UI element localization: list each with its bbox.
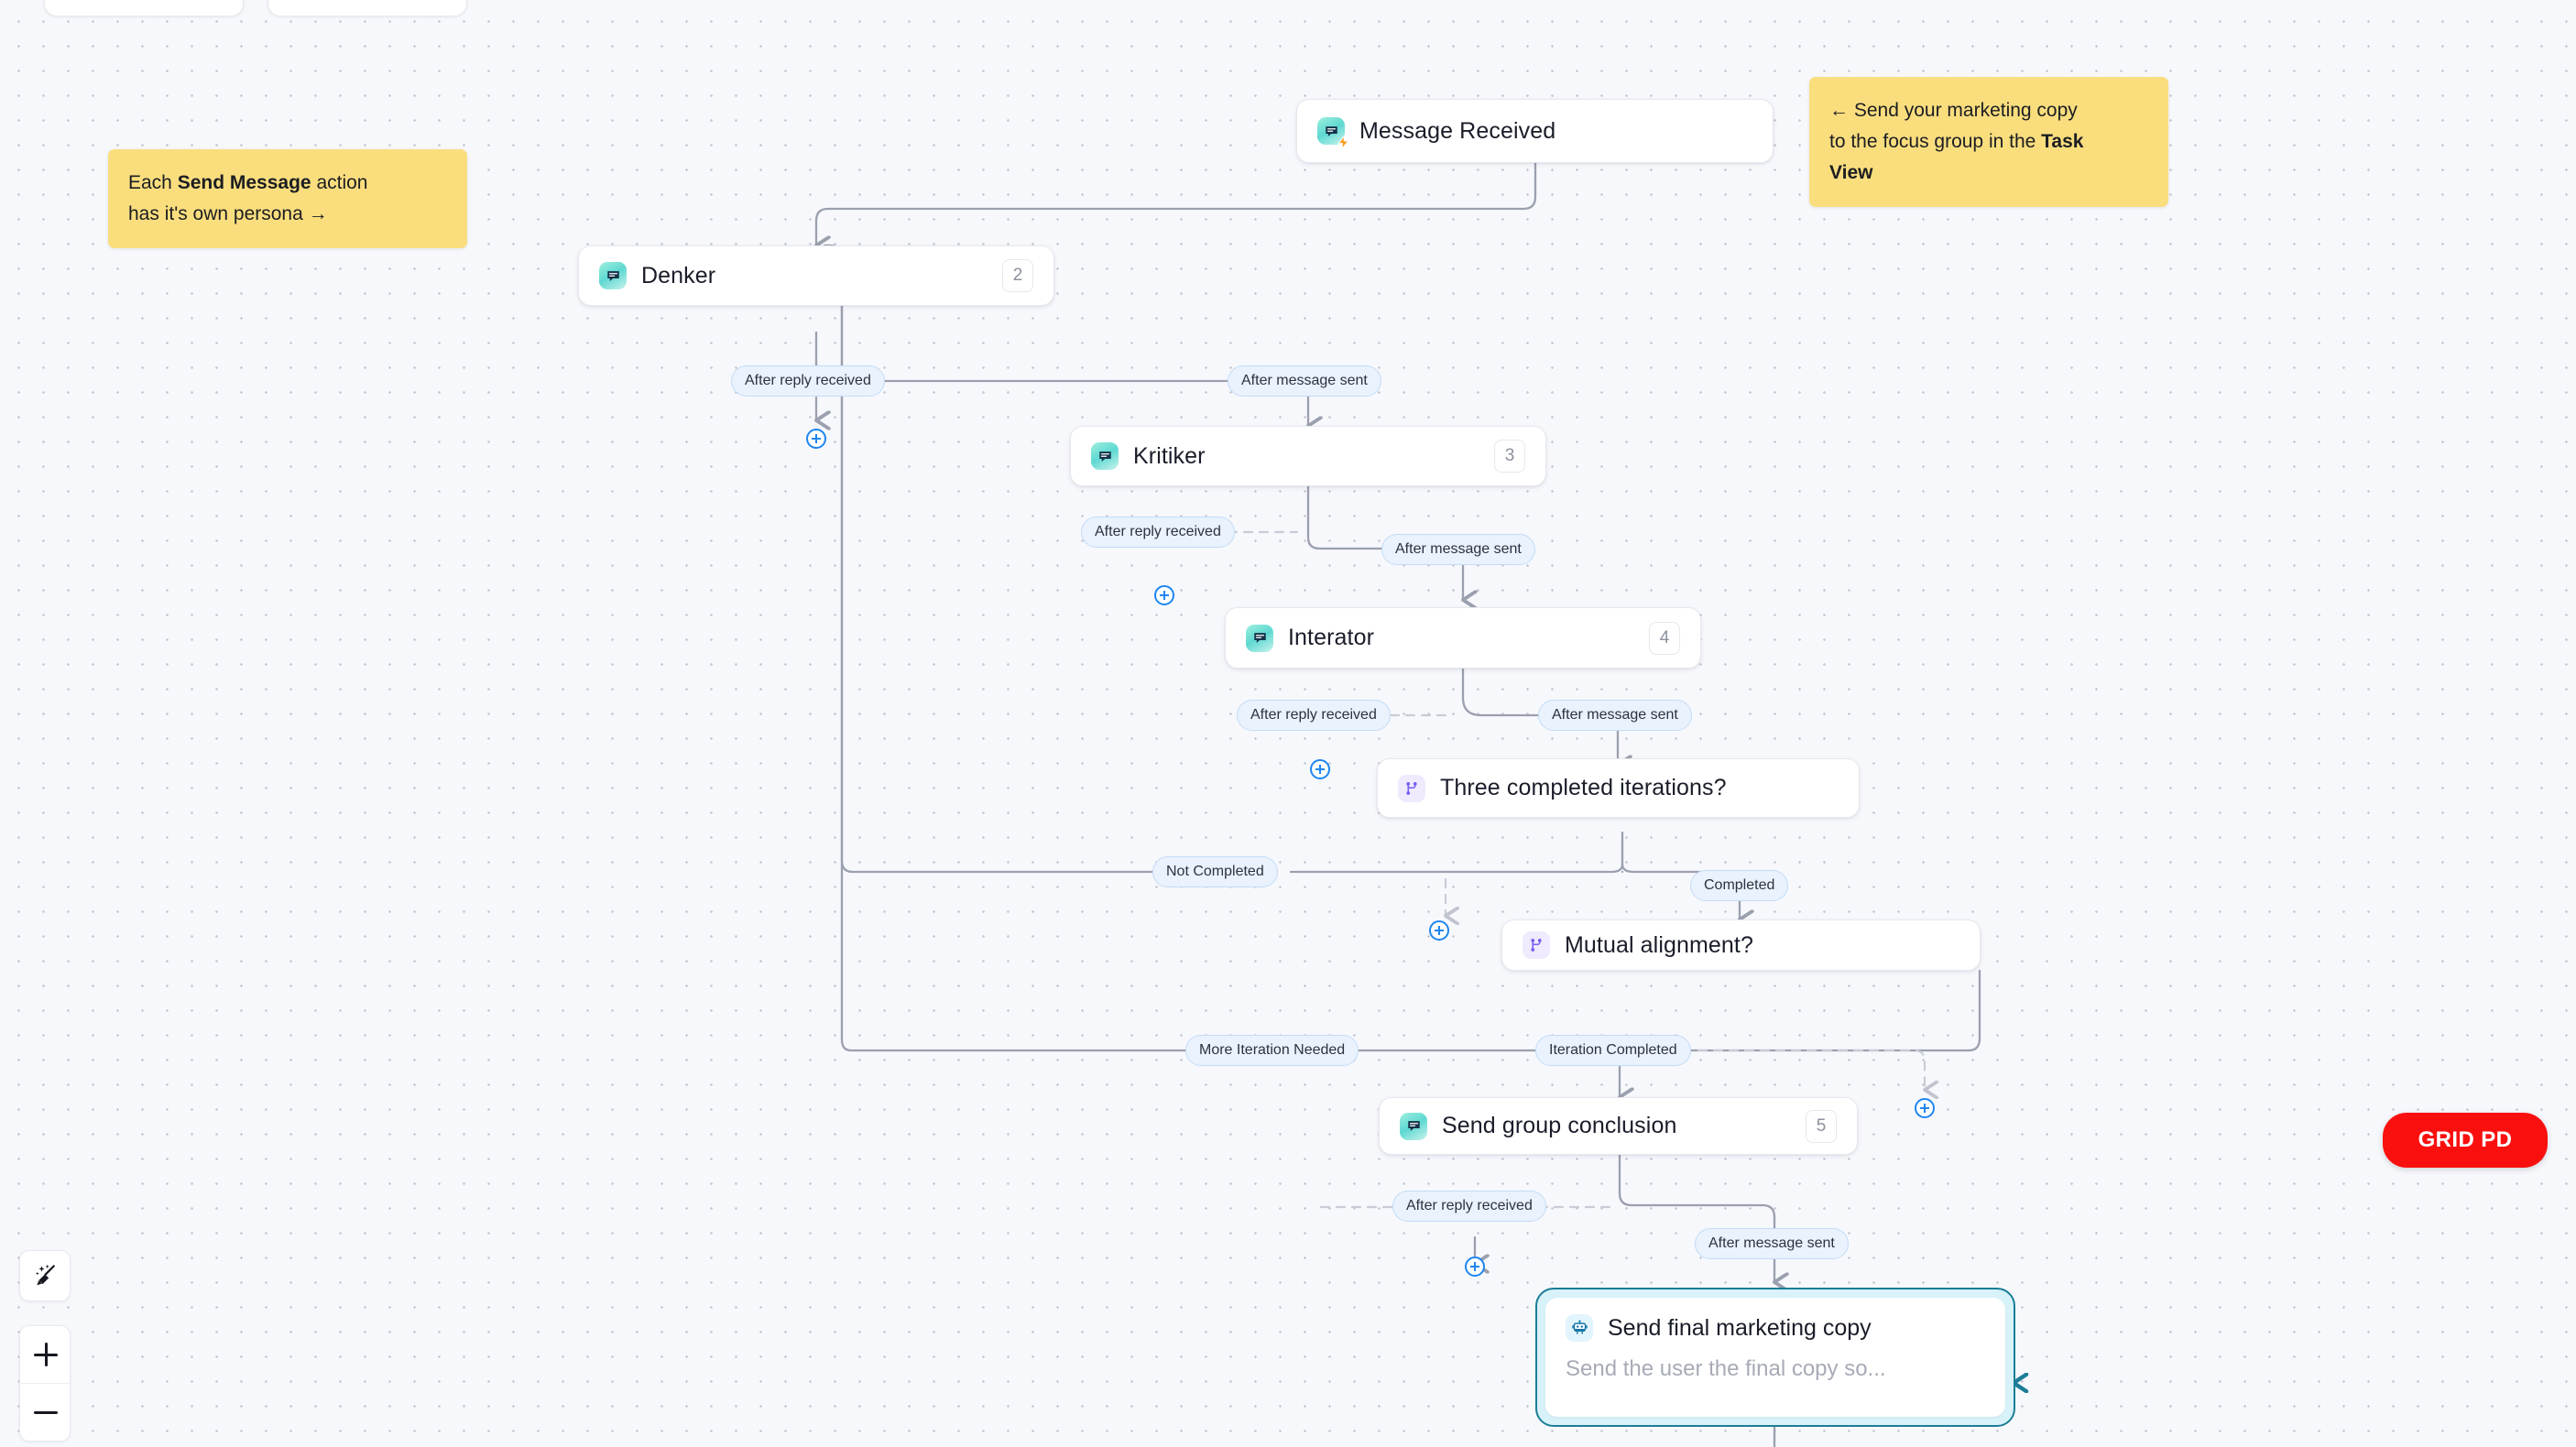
grid-pd-label: GRID PD	[2418, 1127, 2513, 1152]
branch-icon	[1523, 931, 1550, 959]
node-kritiker-title: Kritiker	[1133, 442, 1206, 469]
node-interator-badge: 4	[1649, 621, 1680, 655]
node-send-group-conclusion-badge: 5	[1806, 1109, 1837, 1143]
message-icon	[599, 262, 627, 289]
node-send-group-conclusion[interactable]: Send group conclusion 5	[1379, 1097, 1858, 1155]
sticky-persona-line1: Each Send Message action	[128, 168, 447, 199]
edge-label-text: After message sent	[1395, 541, 1522, 557]
flow-canvas[interactable]: Each Send Message action has it's own pe…	[0, 0, 2576, 1447]
edge-label-iteration-completed[interactable]: Iteration Completed	[1535, 1035, 1691, 1066]
minus-icon	[34, 1400, 58, 1424]
node-send-final-marketing-copy-header: Send final marketing copy	[1566, 1314, 1985, 1342]
edge-label-text: After message sent	[1708, 1235, 1835, 1251]
edge-label-denker-after-sent[interactable]: After message sent	[1228, 365, 1381, 397]
magic-broom-icon	[36, 1264, 55, 1286]
sticky-task-pre: to the focus group in the	[1829, 131, 2042, 153]
node-denker-title: Denker	[641, 262, 716, 288]
message-icon	[1317, 117, 1349, 150]
lightning-bolt-badge	[1337, 135, 1349, 150]
sticky-task-line1: ← Send your marketing copy	[1829, 100, 2078, 121]
edge-label-text: Not Completed	[1166, 864, 1264, 879]
add-node-button-after-denker-reply[interactable]	[806, 429, 826, 449]
edge-label-denker-after-reply[interactable]: After reply received	[731, 365, 885, 397]
node-mutual-alignment[interactable]: Mutual alignment?	[1501, 919, 1981, 971]
node-denker[interactable]: Denker 2	[578, 245, 1054, 306]
magic-clean-button[interactable]	[19, 1250, 71, 1301]
sticky-task-line2: to the focus group in the Task	[1829, 126, 2148, 158]
node-denker-badge: 2	[1002, 259, 1033, 292]
add-node-button-after-conclusion-reply[interactable]	[1465, 1257, 1485, 1277]
edge-label-kritiker-after-reply[interactable]: After reply received	[1081, 517, 1235, 548]
edge-label-text: More Iteration Needed	[1199, 1042, 1346, 1058]
plus-icon	[34, 1343, 58, 1366]
message-icon	[1246, 624, 1273, 652]
edge-label-kritiker-after-sent[interactable]: After message sent	[1381, 534, 1535, 565]
edge-label-text: After message sent	[1241, 373, 1368, 388]
edge-label-more-iteration-needed[interactable]: More Iteration Needed	[1185, 1035, 1359, 1066]
node-interator[interactable]: Interator 4	[1225, 607, 1701, 669]
robot-icon	[1566, 1314, 1593, 1342]
edge-label-conclusion-after-sent[interactable]: After message sent	[1695, 1228, 1849, 1259]
message-icon	[1091, 442, 1119, 470]
edge-label-interator-after-reply[interactable]: After reply received	[1237, 700, 1391, 731]
sticky-note-persona[interactable]: Each Send Message action has it's own pe…	[108, 149, 467, 249]
peek-card-left[interactable]	[44, 0, 244, 16]
sticky-persona-line2: has it's own persona →	[128, 203, 328, 225]
add-node-button-after-not-completed[interactable]	[1429, 920, 1449, 941]
node-send-final-marketing-copy-title: Send final marketing copy	[1608, 1314, 1872, 1341]
sticky-persona-post: action	[311, 172, 368, 193]
edge-label-not-completed[interactable]: Not Completed	[1152, 856, 1278, 887]
node-message-received-title: Message Received	[1359, 117, 1556, 144]
edge-label-conclusion-after-reply[interactable]: After reply received	[1392, 1191, 1546, 1222]
edge-label-text: Iteration Completed	[1549, 1042, 1677, 1058]
add-node-button-after-interator-reply[interactable]	[1310, 759, 1330, 779]
node-send-group-conclusion-title: Send group conclusion	[1442, 1113, 1677, 1138]
message-icon	[1400, 1112, 1427, 1140]
node-send-final-marketing-copy-selection[interactable]: Send final marketing copy Send the user …	[1535, 1288, 2015, 1427]
node-three-completed-iterations-title: Three completed iterations?	[1440, 775, 1727, 800]
zoom-out-button[interactable]	[20, 1384, 70, 1441]
edge-label-text: After reply received	[745, 373, 871, 388]
add-node-button-after-iteration-completed[interactable]	[1915, 1098, 1935, 1118]
sticky-task-bold1: Task	[2041, 131, 2084, 153]
node-kritiker-badge: 3	[1494, 440, 1525, 473]
node-kritiker[interactable]: Kritiker 3	[1070, 426, 1546, 486]
edge-label-text: Completed	[1704, 877, 1775, 893]
edge-label-completed[interactable]: Completed	[1690, 870, 1789, 901]
node-message-received[interactable]: Message Received	[1296, 99, 1774, 163]
sticky-persona-pre: Each	[128, 172, 178, 193]
sticky-task-bold2: View	[1829, 162, 1873, 184]
edge-label-interator-after-sent[interactable]: After message sent	[1538, 700, 1692, 731]
edge-label-text: After message sent	[1552, 707, 1678, 723]
peek-card-right[interactable]	[267, 0, 467, 16]
node-send-final-marketing-copy[interactable]: Send final marketing copy Send the user …	[1545, 1298, 2005, 1417]
zoom-in-button[interactable]	[20, 1326, 70, 1383]
edge-label-text: After reply received	[1250, 707, 1377, 723]
node-interator-title: Interator	[1288, 625, 1375, 650]
sticky-note-task-view[interactable]: ← Send your marketing copy to the focus …	[1809, 77, 2168, 208]
zoom-controls[interactable]	[19, 1325, 71, 1442]
grid-pd-button[interactable]: GRID PD	[2383, 1113, 2548, 1168]
node-send-final-marketing-copy-subtitle: Send the user the final copy so...	[1566, 1356, 1886, 1381]
edge-label-text: After reply received	[1095, 524, 1221, 539]
node-mutual-alignment-title: Mutual alignment?	[1565, 931, 1753, 958]
branch-icon	[1398, 774, 1425, 802]
sticky-persona-bold: Send Message	[177, 172, 311, 193]
sticky-task-line3: View	[1829, 158, 2148, 189]
add-node-button-after-kritiker-reply[interactable]	[1154, 585, 1174, 605]
edge-label-text: After reply received	[1406, 1198, 1533, 1213]
node-three-completed-iterations[interactable]: Three completed iterations?	[1377, 758, 1860, 818]
